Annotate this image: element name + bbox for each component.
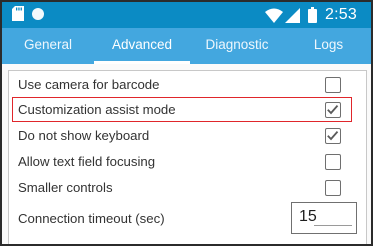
setting-row-smaller-controls[interactable]: Smaller controls — [9, 176, 366, 201]
setting-label: Use camera for barcode — [18, 77, 160, 92]
settings-tab-bar: General Advanced Diagnostic Logs — [2, 28, 371, 64]
connection-timeout-label: Connection timeout (sec) — [18, 211, 165, 226]
sd-card-icon — [12, 6, 24, 21]
setting-row-customization-assist[interactable]: Customization assist mode — [9, 98, 366, 123]
status-clock: 2:53 — [325, 6, 357, 23]
use-camera-checkbox[interactable] — [325, 77, 341, 93]
wifi-icon — [265, 8, 284, 23]
connection-timeout-input[interactable]: 15 — [291, 202, 357, 234]
allow-text-field-focusing-checkbox[interactable] — [325, 154, 341, 170]
tab-advanced[interactable]: Advanced — [94, 28, 190, 64]
setting-row-do-not-show-keyboard[interactable]: Do not show keyboard — [9, 124, 366, 149]
customization-assist-checkbox[interactable] — [325, 102, 341, 118]
advanced-settings-panel: Use camera for barcode Customization ass… — [8, 70, 367, 244]
tab-diagnostic[interactable]: Diagnostic — [190, 28, 284, 64]
tab-diagnostic-label: Diagnostic — [205, 37, 269, 52]
setting-row-use-camera[interactable]: Use camera for barcode — [9, 73, 366, 98]
setting-label: Allow text field focusing — [18, 154, 156, 169]
tab-general[interactable]: General — [2, 28, 94, 64]
checkmark-icon — [327, 131, 339, 141]
setting-label: Do not show keyboard — [18, 128, 150, 143]
setting-label: Customization assist mode — [18, 102, 176, 117]
battery-icon — [308, 7, 318, 23]
checkmark-icon — [327, 105, 339, 115]
cell-signal-icon — [285, 7, 301, 23]
input-underline — [314, 225, 352, 226]
status-left-icons — [12, 6, 44, 21]
smaller-controls-checkbox[interactable] — [325, 180, 341, 196]
setting-row-allow-text-field-focusing[interactable]: Allow text field focusing — [9, 150, 366, 175]
status-bar: 2:53 — [2, 2, 371, 28]
setting-label: Smaller controls — [18, 180, 113, 195]
tab-logs[interactable]: Logs — [284, 28, 371, 64]
active-tab-indicator — [94, 61, 190, 64]
notification-dot-icon — [32, 7, 44, 20]
tab-general-label: General — [23, 37, 73, 52]
status-right-icons: 2:53 — [265, 5, 357, 25]
do-not-show-keyboard-checkbox[interactable] — [325, 128, 341, 144]
app-window: 2:53 General Advanced Diagnostic Logs Us… — [0, 0, 373, 246]
tab-advanced-label: Advanced — [111, 37, 173, 52]
tab-logs-label: Logs — [313, 37, 344, 52]
connection-timeout-value: 15 — [299, 208, 317, 225]
